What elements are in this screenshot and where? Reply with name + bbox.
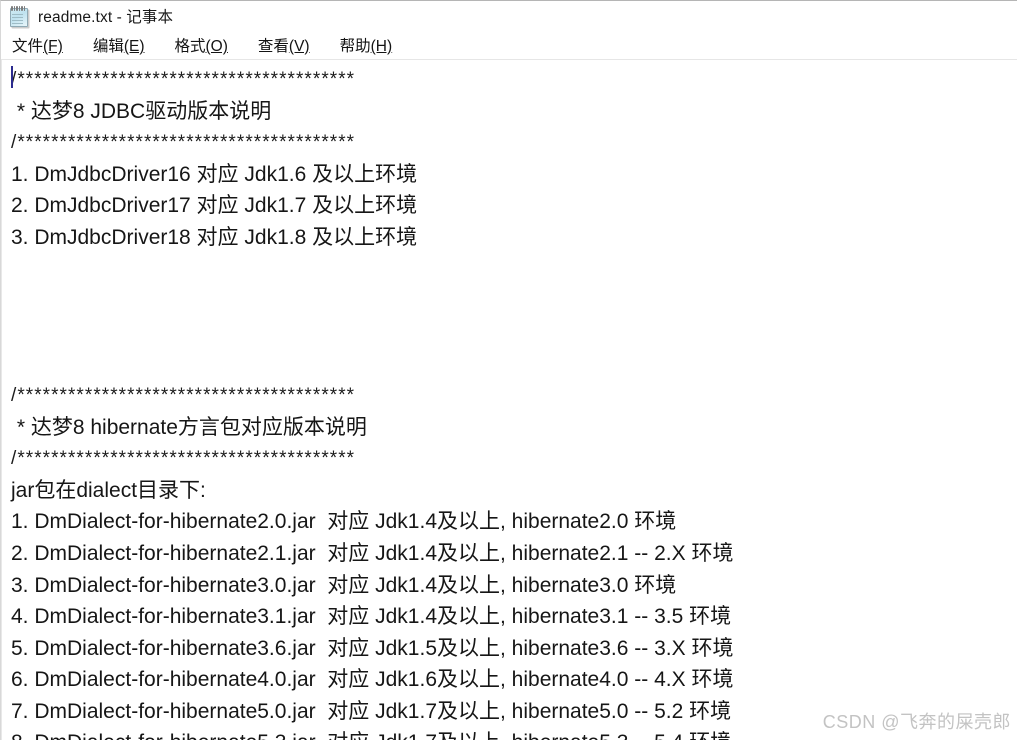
text-line: * 达梦8 hibernate方言包对应版本说明 [11,415,367,439]
menu-item-edit-accel: (E) [123,38,145,55]
menu-item-edit[interactable]: 编辑(E) [91,33,147,57]
text-line: 4. DmDialect-for-hibernate3.1.jar 对应 Jdk… [11,605,732,629]
text-line: 1. DmDialect-for-hibernate2.0.jar 对应 Jdk… [11,510,677,534]
menu-item-help-accel: (H) [370,38,393,55]
text-line: 7. DmDialect-for-hibernate5.0.jar 对应 Jdk… [11,699,732,723]
text-line: 2. DmJdbcDriver17 对应 Jdk1.7 及以上环境 [11,194,418,218]
menu-item-format[interactable]: 格式(O) [173,33,230,57]
text-line [2,285,1017,317]
menu-item-format-accel: (O) [205,38,228,55]
text-line: 2. DmDialect-for-hibernate2.1.jar 对应 Jdk… [11,541,734,565]
text-line [2,348,1017,380]
menu-item-format-label: 格式 [174,38,206,55]
menu-item-view[interactable]: 查看(V) [256,33,312,57]
menu-item-view-accel: (V) [288,38,310,55]
text-editor-area[interactable]: /***************************************… [1,60,1017,740]
text-caret [11,66,13,88]
text-line: 6. DmDialect-for-hibernate4.0.jar 对应 Jdk… [11,668,734,692]
menu-item-file[interactable]: 文件(F) [10,33,65,57]
text-line: /***************************************… [11,448,356,470]
text-line [2,254,1017,286]
window-title: readme.txt - 记事本 [38,9,174,26]
notepad-window: readme.txt - 记事本 文件(F) 编辑(E) 格式(O) 查看(V)… [0,0,1017,740]
text-line: * 达梦8 JDBC驱动版本说明 [11,99,272,123]
notepad-icon [9,6,29,27]
menu-item-file-accel: (F) [43,38,63,55]
text-line: 5. DmDialect-for-hibernate3.6.jar 对应 Jdk… [11,636,734,660]
text-line: 3. DmDialect-for-hibernate3.0.jar 对应 Jdk… [11,573,677,597]
title-bar: readme.txt - 记事本 [1,1,1017,31]
menu-item-file-label: 文件 [12,38,44,55]
text-line: /***************************************… [11,384,356,406]
menu-bar: 文件(F) 编辑(E) 格式(O) 查看(V) 帮助(H) [1,31,1017,59]
text-line: 1. DmJdbcDriver16 对应 Jdk1.6 及以上环境 [11,162,418,186]
text-line: /***************************************… [11,132,356,154]
menu-item-edit-label: 编辑 [92,38,124,55]
text-line: jar包在dialect目录下: [11,478,206,502]
text-line: 8. DmDialect-for-hibernate5.3.jar 对应 Jdk… [2,727,1017,740]
text-line [2,317,1017,349]
menu-item-help-label: 帮助 [339,38,371,55]
menu-item-help[interactable]: 帮助(H) [338,33,395,57]
text-line: /***************************************… [11,69,356,90]
text-line: 3. DmJdbcDriver18 对应 Jdk1.8 及以上环境 [11,225,418,249]
menu-item-view-label: 查看 [257,38,289,55]
